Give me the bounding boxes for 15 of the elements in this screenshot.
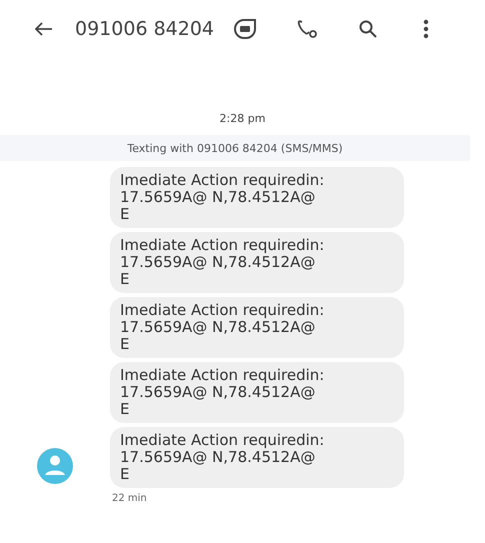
search-icon[interactable] xyxy=(358,19,378,39)
sms-info-text: Texting with 091006 84204 (SMS/MMS) xyxy=(127,142,343,154)
back-icon[interactable] xyxy=(35,22,53,36)
message-bubble: Imediate Action requiredin: 17.5659A@ N,78.4512A@ E xyxy=(110,362,404,423)
avatar-icon xyxy=(37,448,73,484)
message-bubble: Imediate Action requiredin: 17.5659A@ N,78.4512A@ E xyxy=(110,167,404,228)
message-time: 22 min xyxy=(112,493,147,504)
video-call-icon[interactable] xyxy=(232,18,258,40)
contact-number: 091006 84204 xyxy=(75,18,214,40)
phone-icon[interactable] xyxy=(296,19,318,39)
message-bubble: Imediate Action requiredin: 17.5659A@ N,78.4512A@ E xyxy=(110,297,404,358)
message-bubble: Imediate Action requiredin: 17.5659A@ N,78.4512A@ E xyxy=(110,427,404,488)
more-options-icon[interactable] xyxy=(423,19,430,39)
message-bubble: Imediate Action requiredin: 17.5659A@ N,78.4512A@ E xyxy=(110,232,404,293)
timestamp: 2:28 pm xyxy=(218,112,266,125)
